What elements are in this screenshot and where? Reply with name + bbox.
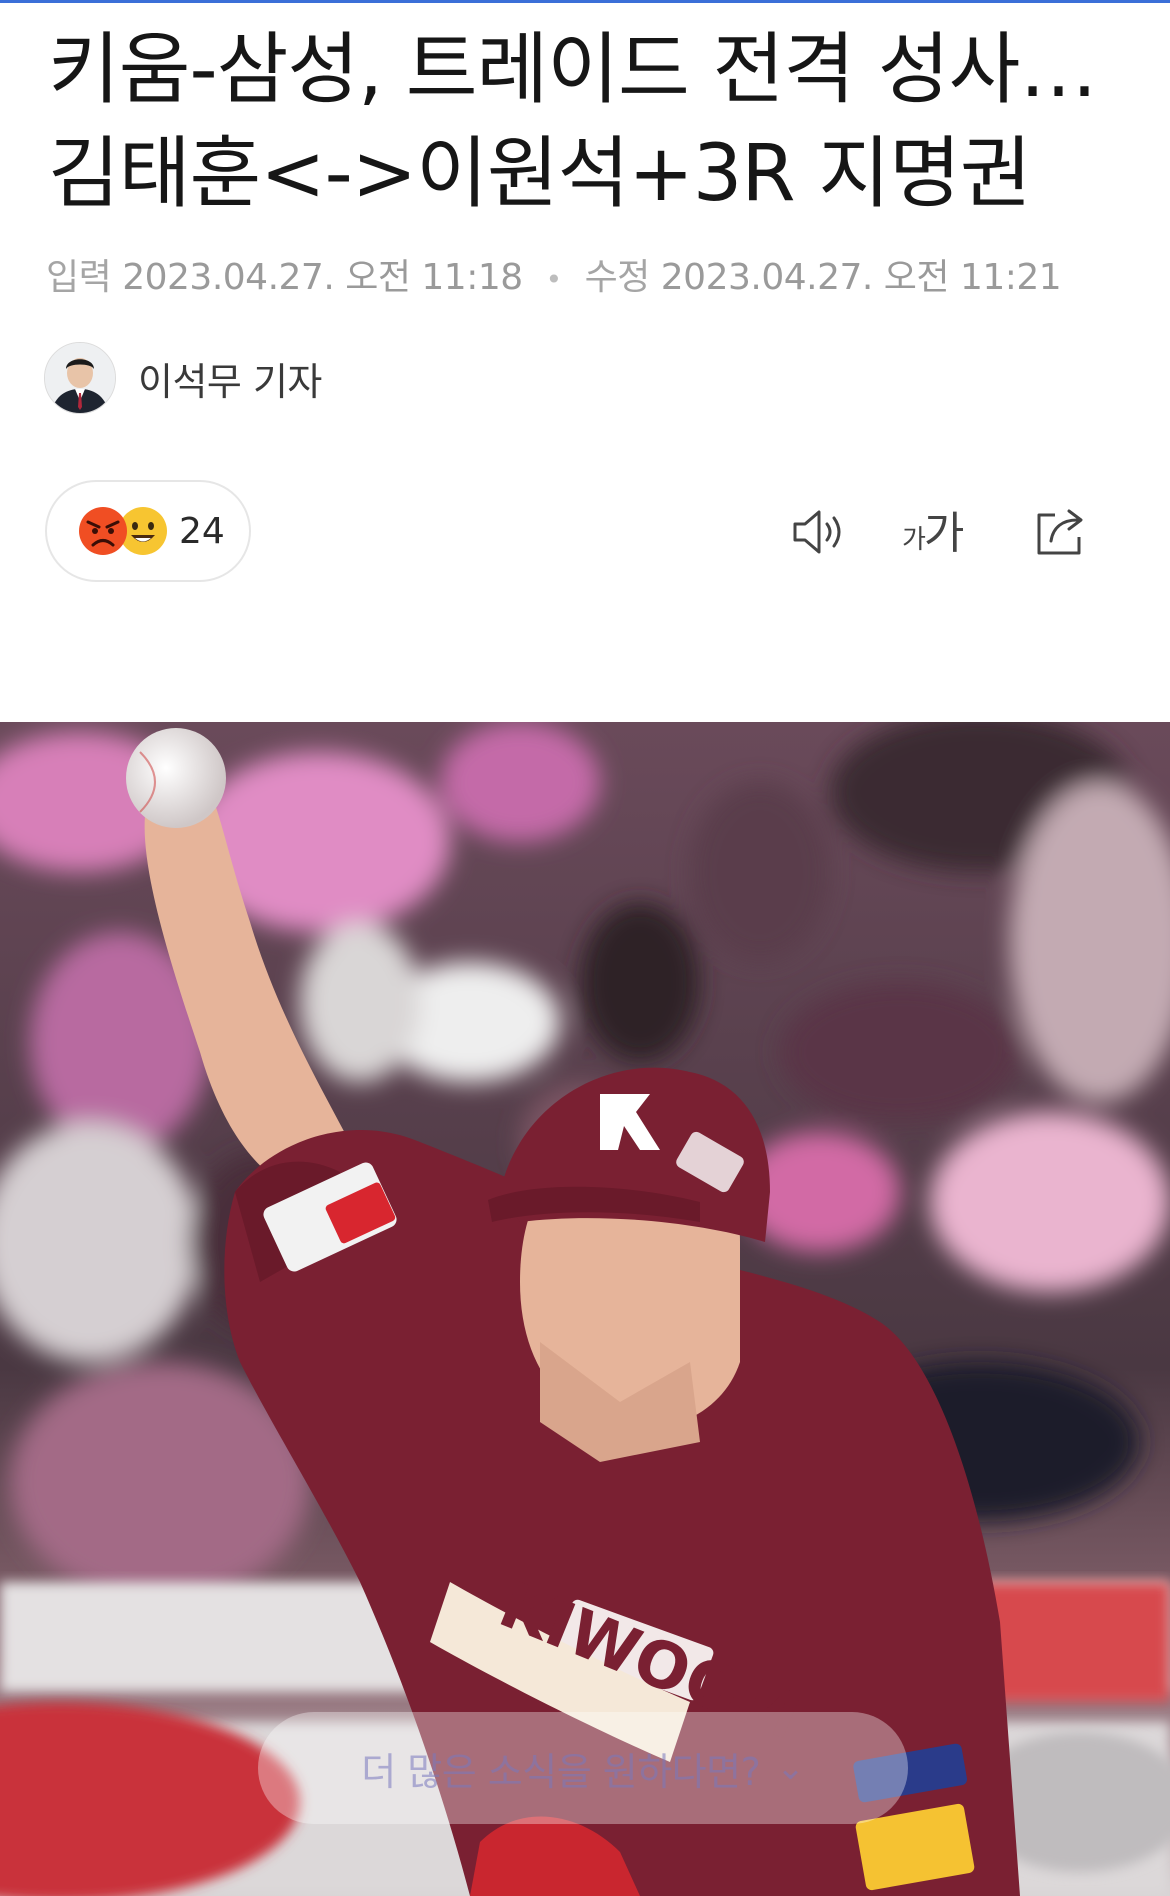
more-news-button[interactable]: 더 많은 소식을 원하다면? ⌄ bbox=[258, 1712, 908, 1824]
article-meta: 입력 2023.04.27. 오전 11:18 • 수정 2023.04.27.… bbox=[46, 248, 1062, 300]
baseball bbox=[126, 728, 226, 828]
author-name[interactable]: 이석무 기자 bbox=[138, 351, 322, 406]
meta-separator: • bbox=[545, 262, 563, 296]
audio-button[interactable] bbox=[788, 500, 852, 564]
updated-date: 2023.04.27. 오전 11:21 bbox=[660, 257, 1062, 298]
reaction-button[interactable]: 24 bbox=[45, 480, 251, 582]
updated-label: 수정 bbox=[584, 257, 651, 298]
published-label: 입력 bbox=[46, 257, 112, 298]
font-size-button[interactable]: 가 가 bbox=[902, 498, 964, 562]
share-icon bbox=[1037, 509, 1083, 555]
top-accent-line bbox=[0, 0, 1170, 3]
font-size-large-glyph: 가 bbox=[923, 508, 965, 559]
speaker-icon bbox=[793, 510, 841, 554]
published-date: 2023.04.27. 오전 11:18 bbox=[122, 257, 523, 298]
chevron-down-icon: ⌄ bbox=[776, 1748, 805, 1788]
author-row[interactable]: 이석무 기자 bbox=[44, 342, 322, 414]
share-button[interactable] bbox=[1030, 500, 1094, 564]
article-title: 키움-삼성, 트레이드 전격 성사… 김태훈<->이원석+3R 지명권 bbox=[48, 25, 1097, 219]
more-news-label: 더 많은 소식을 원하다면? bbox=[361, 1749, 761, 1794]
author-avatar[interactable] bbox=[44, 342, 116, 414]
angry-face-icon bbox=[79, 507, 127, 555]
font-size-small-glyph: 가 bbox=[902, 525, 926, 555]
reaction-emojis bbox=[75, 503, 175, 559]
reaction-count: 24 bbox=[179, 510, 225, 552]
